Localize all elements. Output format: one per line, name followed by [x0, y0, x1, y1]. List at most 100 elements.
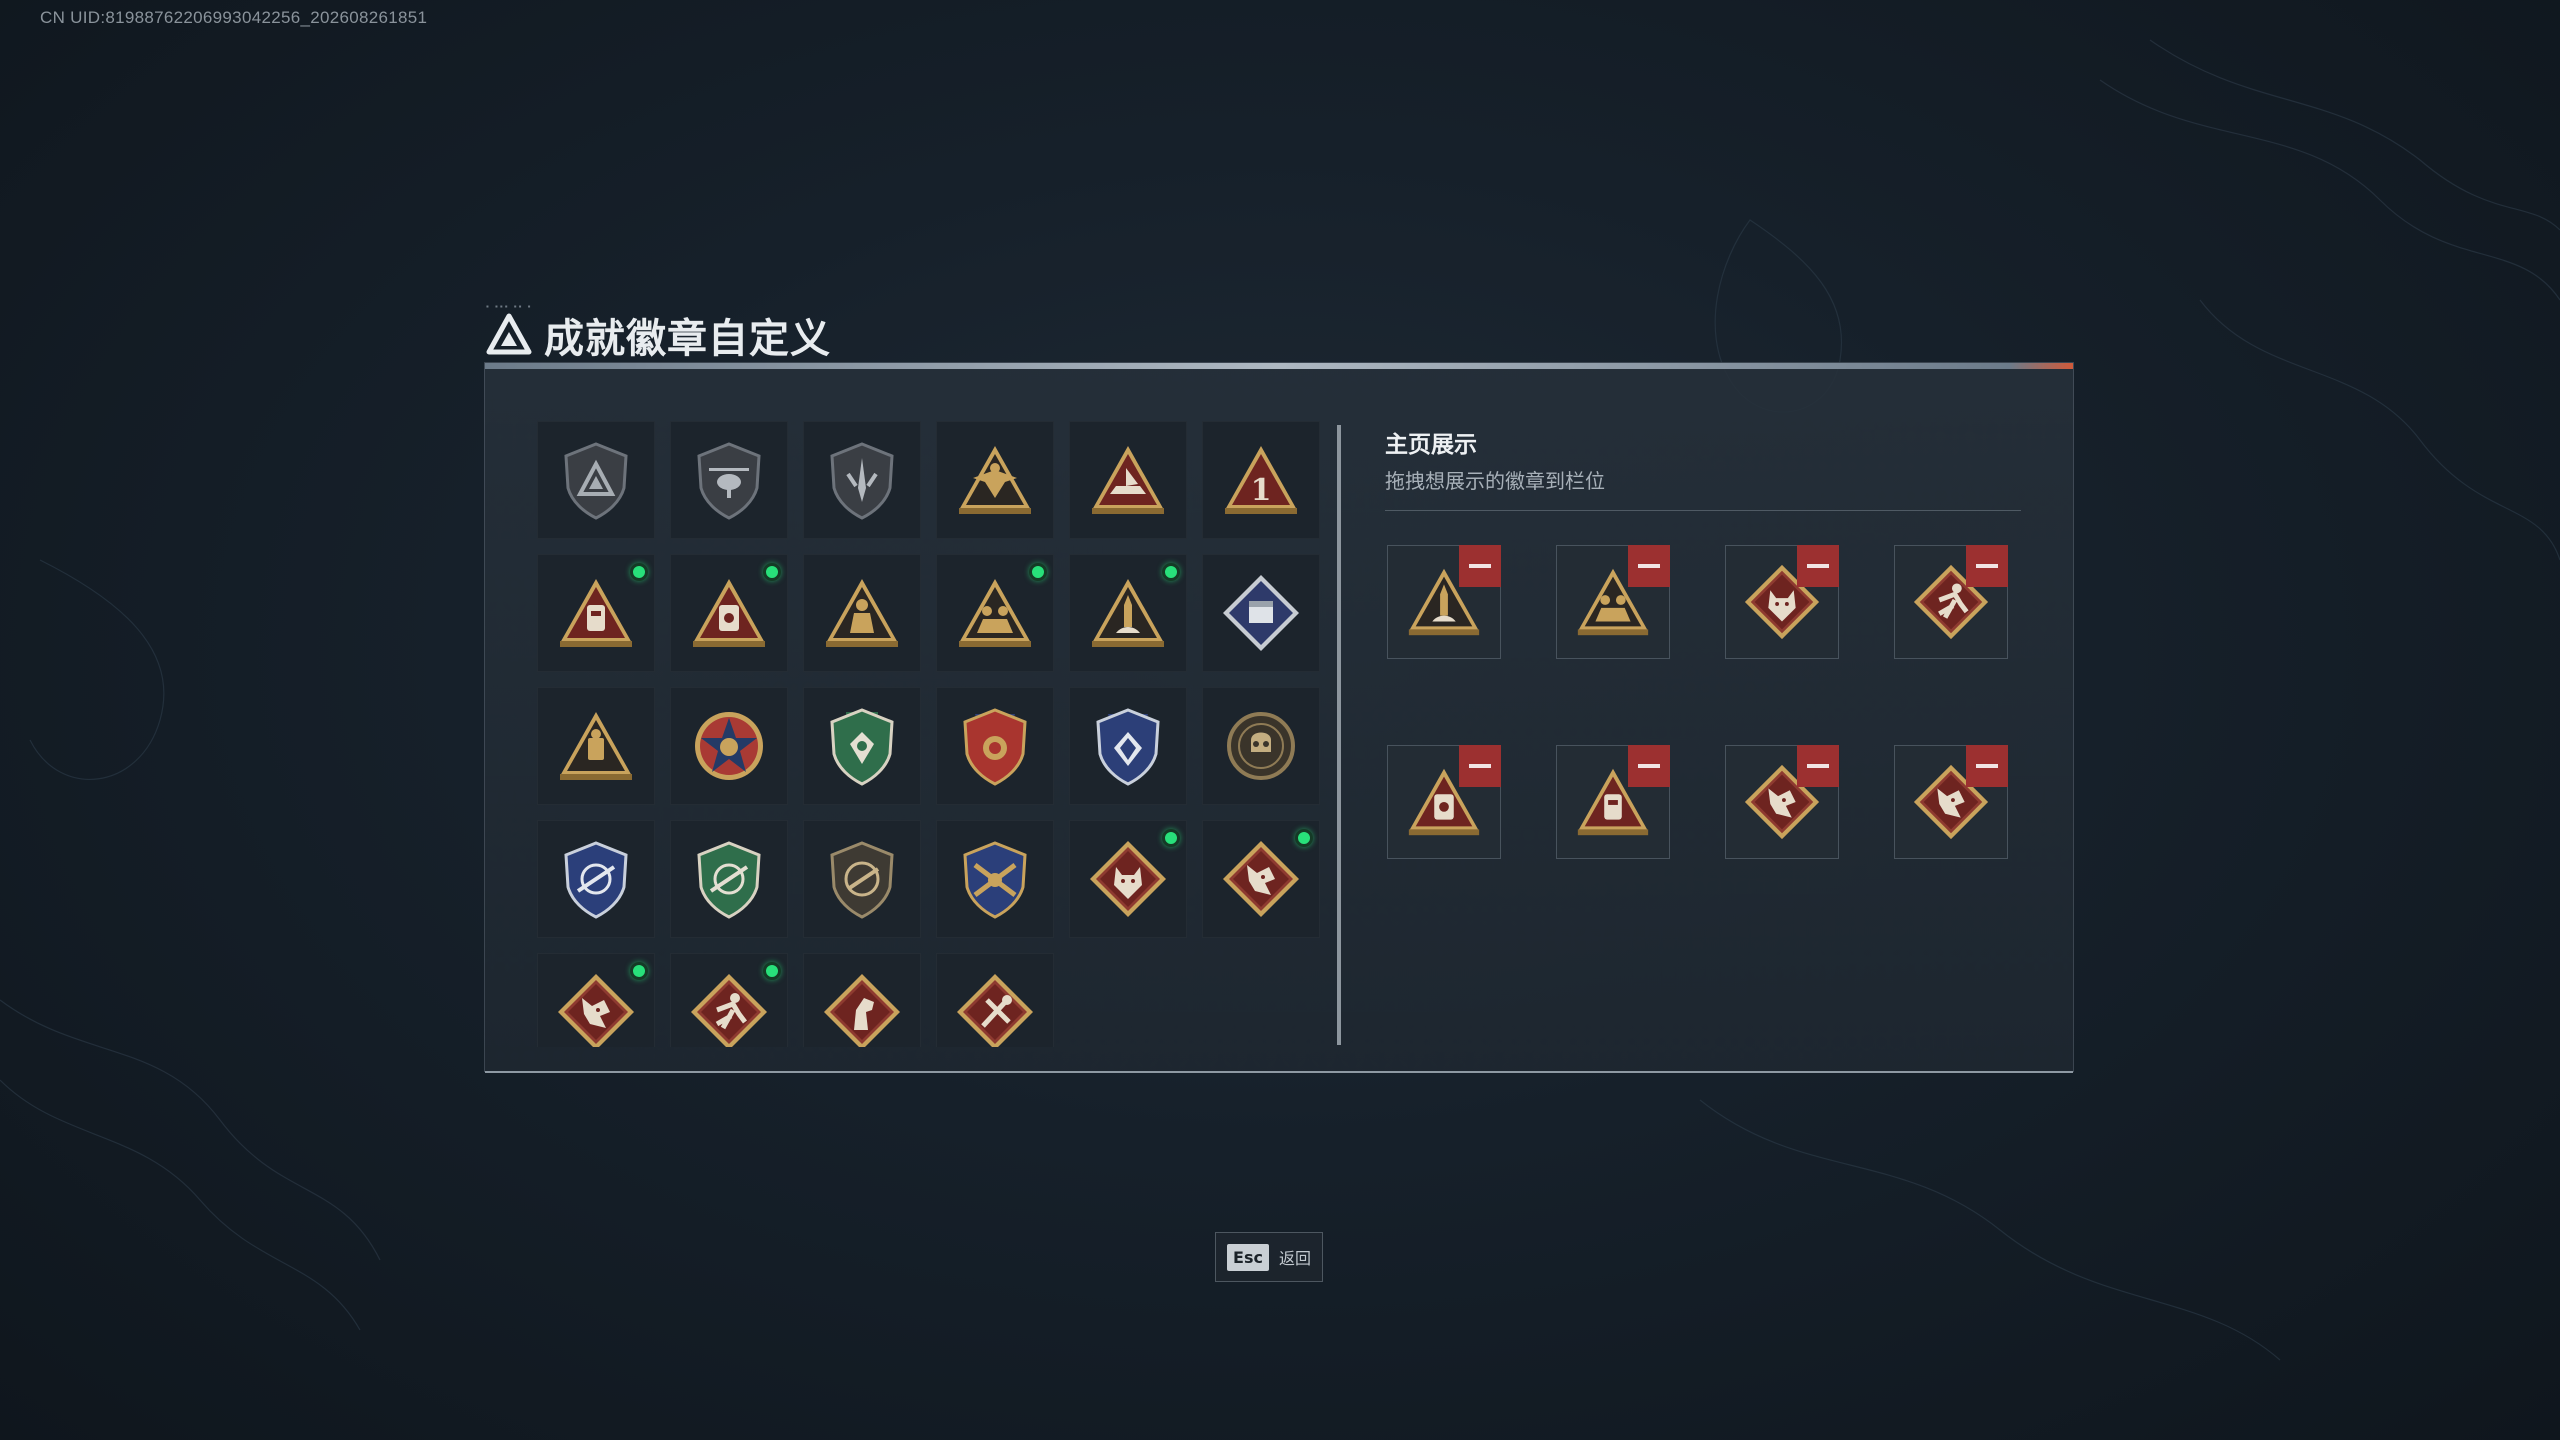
svg-text:1: 1	[1251, 473, 1272, 508]
badge-cell[interactable]	[803, 421, 921, 539]
dragon-diamond-icon	[1223, 841, 1299, 917]
badge-cell[interactable]	[670, 953, 788, 1047]
scrollbar-thumb[interactable]	[1337, 425, 1341, 1045]
showcase-slot[interactable]	[1894, 545, 2008, 659]
showcase-divider	[1385, 510, 2021, 511]
tools-diamond-icon	[957, 974, 1033, 1047]
page-title: 成就徽章自定义	[544, 317, 831, 361]
back-label: 返回	[1278, 1251, 1311, 1268]
gold-crossed-rifles-icon	[963, 841, 1027, 919]
blue-crest-icon: ★★★	[1096, 708, 1160, 786]
triangle-logo-icon	[486, 313, 532, 355]
new-indicator-dot	[1162, 563, 1180, 581]
showcase-slot[interactable]	[1894, 745, 2008, 859]
badge-cell[interactable]	[1202, 554, 1320, 672]
badge-cell[interactable]	[537, 687, 655, 805]
badge-cell[interactable]	[1069, 554, 1187, 672]
gear-triangle-icon	[560, 712, 632, 780]
remove-badge-button[interactable]	[1797, 745, 1839, 787]
panel-bottom-line	[485, 1071, 2073, 1073]
badge-cell[interactable]	[1202, 820, 1320, 938]
runner-diamond-icon	[691, 974, 767, 1047]
badge-grid-area: 1 ★★★ ★★★	[537, 421, 1337, 1047]
new-indicator-dot	[1029, 563, 1047, 581]
badge-cell[interactable]	[936, 421, 1054, 539]
vest-triangle-icon	[560, 579, 632, 647]
badge-cell[interactable]	[670, 554, 788, 672]
page-header: 成就徽章自定义	[486, 306, 831, 364]
remove-badge-button[interactable]	[1459, 745, 1501, 787]
new-indicator-dot	[1295, 829, 1313, 847]
badge-cell[interactable]	[936, 554, 1054, 672]
triangle-shield-icon	[564, 442, 628, 520]
missile-triangle-icon	[1092, 579, 1164, 647]
minus-icon	[1807, 764, 1829, 768]
remove-badge-button[interactable]	[1966, 545, 2008, 587]
badge-cell[interactable]	[936, 820, 1054, 938]
showcase-title: 主页展示	[1385, 431, 1477, 457]
user-uid: CN UID:8198876220699304225​6_20260826185…	[40, 8, 428, 27]
showcase-slot[interactable]	[1725, 745, 1839, 859]
minus-icon	[1469, 564, 1491, 568]
number-one-triangle-icon: 1	[1225, 446, 1297, 514]
rifle-shield-icon	[830, 841, 894, 919]
badge-cell[interactable]	[1202, 687, 1320, 805]
wolf-diamond-icon	[1090, 841, 1166, 917]
badge-cell[interactable]: ★★★	[936, 687, 1054, 805]
badge-cell[interactable]: 1	[1202, 421, 1320, 539]
soldier-triangle-icon	[826, 579, 898, 647]
new-indicator-dot	[763, 563, 781, 581]
badge-cell[interactable]	[1069, 820, 1187, 938]
star-medal-icon	[695, 712, 763, 780]
badge-cell[interactable]	[670, 687, 788, 805]
badge-grid-scrollbar[interactable]	[1337, 425, 1341, 1045]
minus-icon	[1976, 764, 1998, 768]
remove-badge-button[interactable]	[1459, 545, 1501, 587]
eagle-triangle-icon	[959, 446, 1031, 514]
esc-key-icon: Esc	[1227, 1243, 1269, 1271]
minus-icon	[1976, 564, 1998, 568]
crate-diamond-icon	[1223, 575, 1299, 651]
badge-cell[interactable]	[803, 554, 921, 672]
back-button[interactable]: Esc 返回	[1215, 1232, 1323, 1282]
badge-cell[interactable]: ★★★	[1069, 687, 1187, 805]
badge-cell[interactable]	[936, 953, 1054, 1047]
badge-cell[interactable]	[803, 820, 921, 938]
boat-triangle-icon	[1092, 446, 1164, 514]
badge-cell[interactable]	[803, 687, 921, 805]
green-crest-icon	[830, 708, 894, 786]
showcase-slot[interactable]	[1725, 545, 1839, 659]
blue-crosshair-crest-icon	[564, 841, 628, 919]
showcase-slot[interactable]	[1556, 745, 1670, 859]
panel-top-bar	[485, 363, 2073, 369]
remove-badge-button[interactable]	[1966, 745, 2008, 787]
helicopter-shield-icon	[697, 442, 761, 520]
new-indicator-dot	[630, 962, 648, 980]
remove-badge-button[interactable]	[1628, 745, 1670, 787]
badge-cell[interactable]	[537, 554, 655, 672]
red-star-crest-icon: ★★★	[963, 708, 1027, 786]
showcase-slot[interactable]	[1556, 545, 1670, 659]
skull-coin-icon	[1227, 712, 1295, 780]
badge-cell[interactable]	[1069, 421, 1187, 539]
remove-badge-button[interactable]	[1628, 545, 1670, 587]
showcase-slots	[1387, 545, 2008, 859]
showcase-slot[interactable]	[1387, 545, 1501, 659]
badge-cell[interactable]	[537, 820, 655, 938]
medkit-triangle-icon	[693, 579, 765, 647]
badge-grid: 1 ★★★ ★★★	[537, 421, 1337, 1047]
dragon-diamond-icon	[558, 974, 634, 1047]
remove-badge-button[interactable]	[1797, 545, 1839, 587]
green-crosshair-crest-icon	[697, 841, 761, 919]
badge-cell[interactable]	[803, 953, 921, 1047]
showcase-slot[interactable]	[1387, 745, 1501, 859]
minus-icon	[1638, 564, 1660, 568]
badge-cell[interactable]	[670, 820, 788, 938]
badge-cell[interactable]	[670, 421, 788, 539]
sword-shield-icon	[830, 442, 894, 520]
badge-customization-panel: 1 ★★★ ★★★	[484, 362, 2074, 1073]
new-indicator-dot	[630, 563, 648, 581]
badge-cell[interactable]	[537, 421, 655, 539]
minus-icon	[1807, 564, 1829, 568]
badge-cell[interactable]	[537, 953, 655, 1047]
